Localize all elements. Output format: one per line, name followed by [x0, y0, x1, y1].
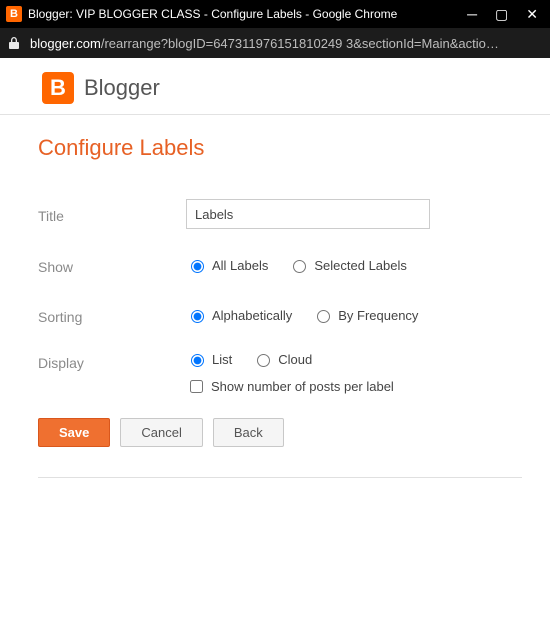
- radio-alphabetically[interactable]: Alphabetically: [186, 307, 292, 323]
- radio-list[interactable]: List: [186, 351, 232, 367]
- window-controls: ─ ▢ ✕: [467, 7, 546, 21]
- brand-name: Blogger: [84, 75, 160, 101]
- radio-list-input[interactable]: [191, 354, 204, 367]
- window-titlebar: B Blogger: VIP BLOGGER CLASS - Configure…: [0, 0, 550, 28]
- row-show: Show All Labels Selected Labels: [38, 251, 522, 279]
- window-title: Blogger: VIP BLOGGER CLASS - Configure L…: [28, 7, 467, 21]
- save-button[interactable]: Save: [38, 418, 110, 447]
- radio-frequency-text: By Frequency: [338, 308, 418, 323]
- sorting-options: Alphabetically By Frequency: [186, 307, 522, 323]
- checkbox-post-count-input[interactable]: [190, 380, 203, 393]
- row-title: Title: [38, 199, 522, 229]
- radio-all-labels-input[interactable]: [191, 260, 204, 273]
- radio-all-labels-text: All Labels: [212, 258, 268, 273]
- row-sorting: Sorting Alphabetically By Frequency: [38, 301, 522, 329]
- radio-alphabetically-input[interactable]: [191, 310, 204, 323]
- radio-selected-labels-input[interactable]: [293, 260, 306, 273]
- minimize-button[interactable]: ─: [467, 7, 477, 21]
- url-text: blogger.com/rearrange?blogID=64731197615…: [30, 36, 542, 51]
- checkbox-post-count-text: Show number of posts per label: [211, 379, 394, 394]
- label-title: Title: [38, 204, 186, 224]
- radio-cloud-text: Cloud: [278, 352, 312, 367]
- radio-list-text: List: [212, 352, 232, 367]
- address-bar[interactable]: blogger.com/rearrange?blogID=64731197615…: [0, 28, 550, 58]
- bottom-divider: [38, 477, 522, 478]
- show-options: All Labels Selected Labels: [186, 257, 522, 273]
- radio-all-labels[interactable]: All Labels: [186, 257, 268, 273]
- page-title: Configure Labels: [38, 135, 522, 161]
- label-display: Display: [38, 351, 186, 371]
- radio-selected-labels[interactable]: Selected Labels: [288, 257, 407, 273]
- logo-letter: B: [50, 75, 66, 101]
- url-host: blogger.com: [30, 36, 101, 51]
- button-row: Save Cancel Back: [38, 418, 522, 447]
- close-button[interactable]: ✕: [526, 7, 538, 21]
- checkbox-post-count[interactable]: Show number of posts per label: [186, 377, 394, 396]
- blogger-logo-icon: B: [42, 72, 74, 104]
- label-show: Show: [38, 255, 186, 275]
- label-sorting: Sorting: [38, 305, 186, 325]
- page-header: B Blogger: [0, 58, 550, 114]
- radio-alphabetically-text: Alphabetically: [212, 308, 292, 323]
- display-options: List Cloud: [186, 351, 522, 367]
- radio-frequency[interactable]: By Frequency: [312, 307, 418, 323]
- back-button[interactable]: Back: [213, 418, 284, 447]
- maximize-button[interactable]: ▢: [495, 7, 508, 21]
- row-display: Display List Cloud Show number of posts …: [38, 351, 522, 396]
- title-input[interactable]: [186, 199, 430, 229]
- radio-selected-labels-text: Selected Labels: [314, 258, 407, 273]
- cancel-button[interactable]: Cancel: [120, 418, 202, 447]
- url-path: /rearrange?blogID=647311976151810249 3&s…: [101, 36, 499, 51]
- lock-icon: [8, 36, 20, 50]
- radio-cloud-input[interactable]: [257, 354, 270, 367]
- radio-cloud[interactable]: Cloud: [252, 351, 312, 367]
- post-count-option: Show number of posts per label: [186, 377, 522, 396]
- blogger-favicon: B: [6, 6, 22, 22]
- content-area: Configure Labels Title Show All Labels S…: [0, 115, 550, 478]
- radio-frequency-input[interactable]: [317, 310, 330, 323]
